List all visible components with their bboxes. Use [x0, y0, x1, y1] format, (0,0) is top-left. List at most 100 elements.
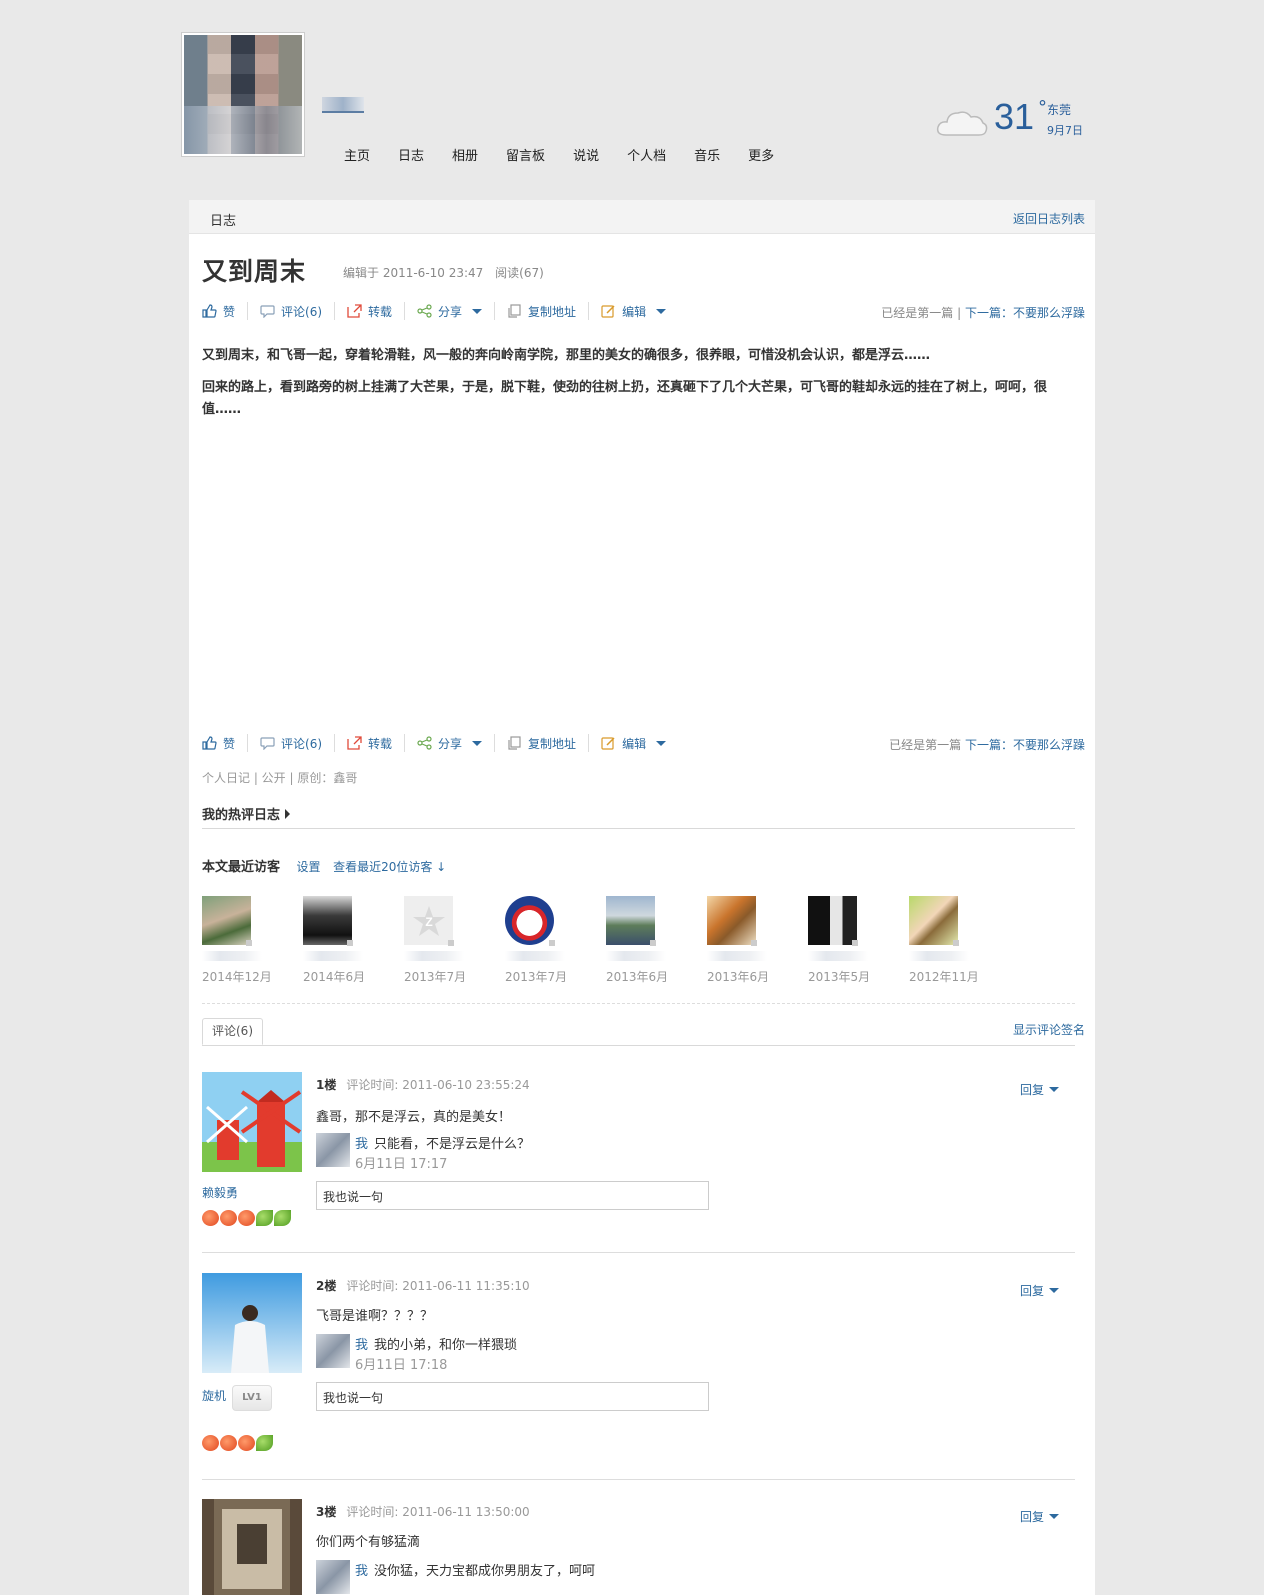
- visitor-name-blurred[interactable]: [707, 951, 767, 961]
- chevron-down-icon: [656, 308, 667, 314]
- commenter-name[interactable]: 赖毅勇: [202, 1184, 238, 1201]
- reply-content: 我只能看，不是浮云是什么？: [355, 1133, 530, 1152]
- user-avatar[interactable]: [181, 32, 305, 157]
- tab-underline: [202, 1045, 1075, 1046]
- visitor-settings-link[interactable]: 设置: [297, 860, 321, 874]
- visitor-name-blurred[interactable]: [606, 951, 666, 961]
- share-button[interactable]: 分享: [417, 734, 496, 752]
- chevron-down-icon: [656, 740, 667, 746]
- share-label: 分享: [438, 736, 463, 751]
- comment-time: 评论时间: 2011-06-10 23:55:24: [346, 1078, 530, 1092]
- reply-author-link[interactable]: 我: [355, 1338, 368, 1353]
- comment-button[interactable]: 评论(6): [260, 302, 336, 320]
- repost-label: 转载: [368, 736, 393, 751]
- back-to-list-link[interactable]: 返回日志列表: [1013, 210, 1085, 227]
- weather-widget[interactable]: 31 ° 东莞 9月7日: [936, 97, 1086, 147]
- visitor-item[interactable]: Z 2013年7月: [404, 896, 484, 985]
- red-medal-icon: [202, 1435, 219, 1451]
- visitor-avatar[interactable]: [707, 896, 757, 946]
- next-post-link[interactable]: 下一篇：不要那么浮躁: [965, 738, 1085, 752]
- copy-address-button[interactable]: 复制地址: [507, 734, 590, 752]
- edit-label: 编辑: [622, 736, 647, 751]
- reply-time: 6月11日 17:17: [355, 1157, 448, 1172]
- nav-guestbook[interactable]: 留言板: [506, 145, 545, 164]
- visitor-name-blurred[interactable]: [505, 951, 565, 961]
- visitor-item[interactable]: 2012年11月: [909, 896, 989, 985]
- edit-button[interactable]: 编辑: [601, 302, 678, 320]
- commenter-avatar[interactable]: [202, 1499, 302, 1595]
- nav-profile[interactable]: 个人档: [627, 145, 666, 164]
- nav-shuoshuo[interactable]: 说说: [573, 145, 599, 164]
- visitor-item[interactable]: 2013年6月: [606, 896, 686, 985]
- tab-comments[interactable]: 评论(6): [202, 1018, 263, 1045]
- nav-album[interactable]: 相册: [452, 145, 478, 164]
- edit-label: 编辑: [622, 304, 647, 319]
- visitor-item[interactable]: 2014年6月: [303, 896, 383, 985]
- commenter-avatar[interactable]: [202, 1072, 302, 1172]
- visitor-name-blurred[interactable]: [404, 951, 464, 961]
- post-category: 个人日记 | 公开 | 原创：鑫哥: [202, 771, 358, 785]
- comment-header: 1楼 评论时间: 2011-06-10 23:55:24: [316, 1076, 530, 1093]
- nav-more[interactable]: 更多: [748, 145, 774, 164]
- hot-posts-toggle[interactable]: 我的热评日志: [202, 804, 291, 823]
- visitor-name-blurred[interactable]: [808, 951, 868, 961]
- repost-button[interactable]: 转载: [347, 302, 406, 320]
- recent-visitors-title: 本文最近访客: [202, 860, 281, 875]
- commenter-avatar[interactable]: [202, 1273, 302, 1373]
- recent-visitors-header: 本文最近访客 设置 查看最近20位访客 ↓: [202, 856, 446, 875]
- thumbs-up-icon: [202, 736, 217, 750]
- reply-avatar[interactable]: [316, 1133, 350, 1167]
- reply-button[interactable]: 回复: [1020, 1081, 1059, 1098]
- visitor-item[interactable]: 2013年6月: [707, 896, 787, 985]
- nav-home[interactable]: 主页: [344, 145, 370, 164]
- show-signature-link[interactable]: 显示评论签名: [1013, 1021, 1085, 1038]
- leaf-medal-icon: [256, 1210, 273, 1226]
- visitor-item[interactable]: 2013年7月: [505, 896, 585, 985]
- chevron-down-icon: [472, 308, 483, 314]
- like-button[interactable]: 赞: [202, 734, 249, 752]
- visitor-avatar[interactable]: [909, 896, 959, 946]
- edit-icon: [601, 737, 615, 750]
- next-post-link[interactable]: 下一篇：不要那么浮躁: [965, 306, 1085, 320]
- share-button[interactable]: 分享: [417, 302, 496, 320]
- visitor-avatar[interactable]: [808, 896, 858, 946]
- like-button[interactable]: 赞: [202, 302, 249, 320]
- user-nickname-blurred[interactable]: [322, 97, 364, 113]
- visitor-avatar[interactable]: [303, 896, 353, 946]
- visitor-date: 2014年12月: [202, 970, 272, 984]
- visitor-avatar[interactable]: [606, 896, 656, 946]
- panel-header: 日志 返回日志列表: [189, 200, 1095, 234]
- reply-avatar[interactable]: [316, 1560, 350, 1594]
- visitor-item[interactable]: 2013年5月: [808, 896, 888, 985]
- nav-blog[interactable]: 日志: [398, 145, 424, 164]
- visitor-avatar[interactable]: [505, 896, 555, 946]
- post-title: 又到周末: [202, 257, 307, 286]
- comment-bubble-icon: [260, 737, 275, 750]
- repost-button[interactable]: 转载: [347, 734, 406, 752]
- leaf-medal-icon: [256, 1435, 273, 1451]
- edit-button[interactable]: 编辑: [601, 734, 678, 752]
- visitor-name-blurred[interactable]: [303, 951, 363, 961]
- reply-button[interactable]: 回复: [1020, 1282, 1059, 1299]
- nav-music[interactable]: 音乐: [694, 145, 720, 164]
- visitor-item[interactable]: 2014年12月: [202, 896, 282, 985]
- reply-input[interactable]: 我也说一句: [316, 1181, 709, 1210]
- degree-symbol: °: [1038, 97, 1047, 118]
- copy-address-button[interactable]: 复制地址: [507, 302, 590, 320]
- comment-button[interactable]: 评论(6): [260, 734, 336, 752]
- reply-button[interactable]: 回复: [1020, 1508, 1059, 1525]
- reply-input[interactable]: 我也说一句: [316, 1382, 709, 1411]
- reply-author-link[interactable]: 我: [355, 1564, 368, 1579]
- reply-author-link[interactable]: 我: [355, 1137, 368, 1152]
- visitor-name-blurred[interactable]: [909, 951, 969, 961]
- reply-text: 我的小弟，和你一样猥琐: [374, 1338, 518, 1353]
- visitor-avatar[interactable]: [202, 896, 252, 946]
- view-recent-visitors-link[interactable]: 查看最近20位访客 ↓: [333, 860, 446, 874]
- reply-avatar[interactable]: [316, 1334, 350, 1368]
- visitor-avatar[interactable]: Z: [404, 896, 454, 946]
- cloud-icon: [936, 111, 988, 136]
- post-paragraph: 回来的路上，看到路旁的树上挂满了大芒果，于是，脱下鞋，使劲的往树上扔，还真砸下了…: [202, 380, 1048, 417]
- visitor-name-blurred[interactable]: [202, 951, 262, 961]
- commenter-name[interactable]: 旋机: [202, 1389, 226, 1403]
- post-paragraph: 又到周末，和飞哥一起，穿着轮滑鞋，风一般的奔向岭南学院，那里的美女的确很多，很养…: [202, 348, 931, 363]
